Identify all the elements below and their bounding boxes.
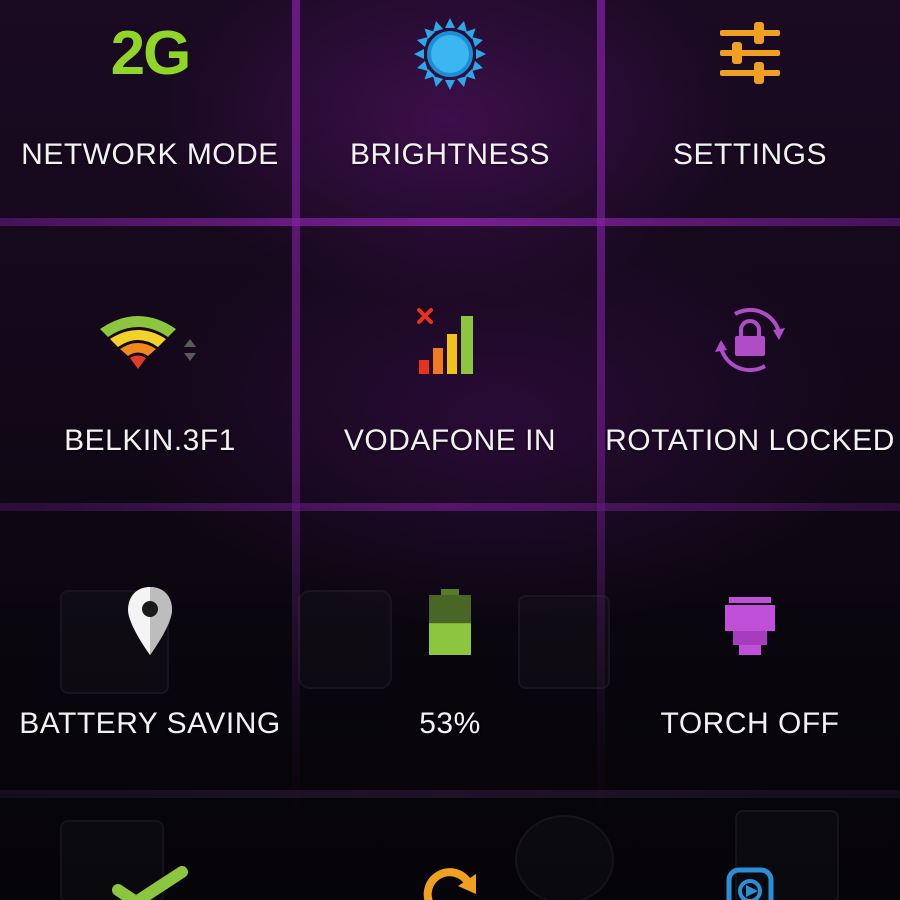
sync-icon: [300, 868, 600, 900]
music-tile[interactable]: [600, 798, 900, 900]
sync-check-tile[interactable]: [0, 798, 300, 900]
tile-label: TORCH OFF: [660, 707, 840, 740]
tile-label: BELKIN.3F1: [64, 424, 236, 457]
mobile-network-tile[interactable]: VODAFONE IN: [300, 226, 600, 503]
wifi-signal-icon: [0, 306, 300, 376]
rotation-lock-icon: [600, 302, 900, 378]
tile-label: BRIGHTNESS: [349, 138, 551, 171]
torch-icon: [600, 591, 900, 661]
battery-level-fill: [429, 623, 471, 655]
music-player-icon: [600, 866, 900, 900]
quick-settings-screen: 2G NETWORK MODE BRIGHTNESS SETTINGS BELK…: [0, 0, 900, 900]
cellular-signal-icon: [300, 304, 600, 378]
battery-icon: [300, 583, 600, 661]
network-mode-tile[interactable]: 2G NETWORK MODE: [0, 0, 300, 218]
grid-divider: [0, 503, 900, 511]
auto-sync-tile[interactable]: [300, 798, 600, 900]
network-2g-icon: 2G: [110, 18, 192, 88]
settings-tile[interactable]: SETTINGS: [600, 0, 900, 218]
tile-label: BATTERY SAVING: [19, 707, 281, 740]
tile-label: NETWORK MODE: [21, 138, 279, 171]
tile-label: ROTATION LOCKED: [605, 424, 895, 457]
rotation-tile[interactable]: ROTATION LOCKED: [600, 226, 900, 503]
brightness-tile[interactable]: BRIGHTNESS: [300, 0, 600, 218]
location-tile[interactable]: BATTERY SAVING: [0, 511, 300, 790]
grid-divider: [0, 790, 900, 798]
brightness-sun-icon: [300, 14, 600, 94]
grid-divider: [0, 218, 900, 226]
wifi-tile[interactable]: BELKIN.3F1: [0, 226, 300, 503]
location-pin-icon: [0, 583, 300, 659]
tile-label: VODAFONE IN: [343, 424, 557, 457]
settings-sliders-icon: [600, 18, 900, 88]
tile-label: 53%: [419, 707, 481, 740]
battery-tile[interactable]: 53%: [300, 511, 600, 790]
checkmark-icon: [0, 862, 300, 900]
torch-tile[interactable]: TORCH OFF: [600, 511, 900, 790]
tile-label: SETTINGS: [672, 138, 827, 171]
